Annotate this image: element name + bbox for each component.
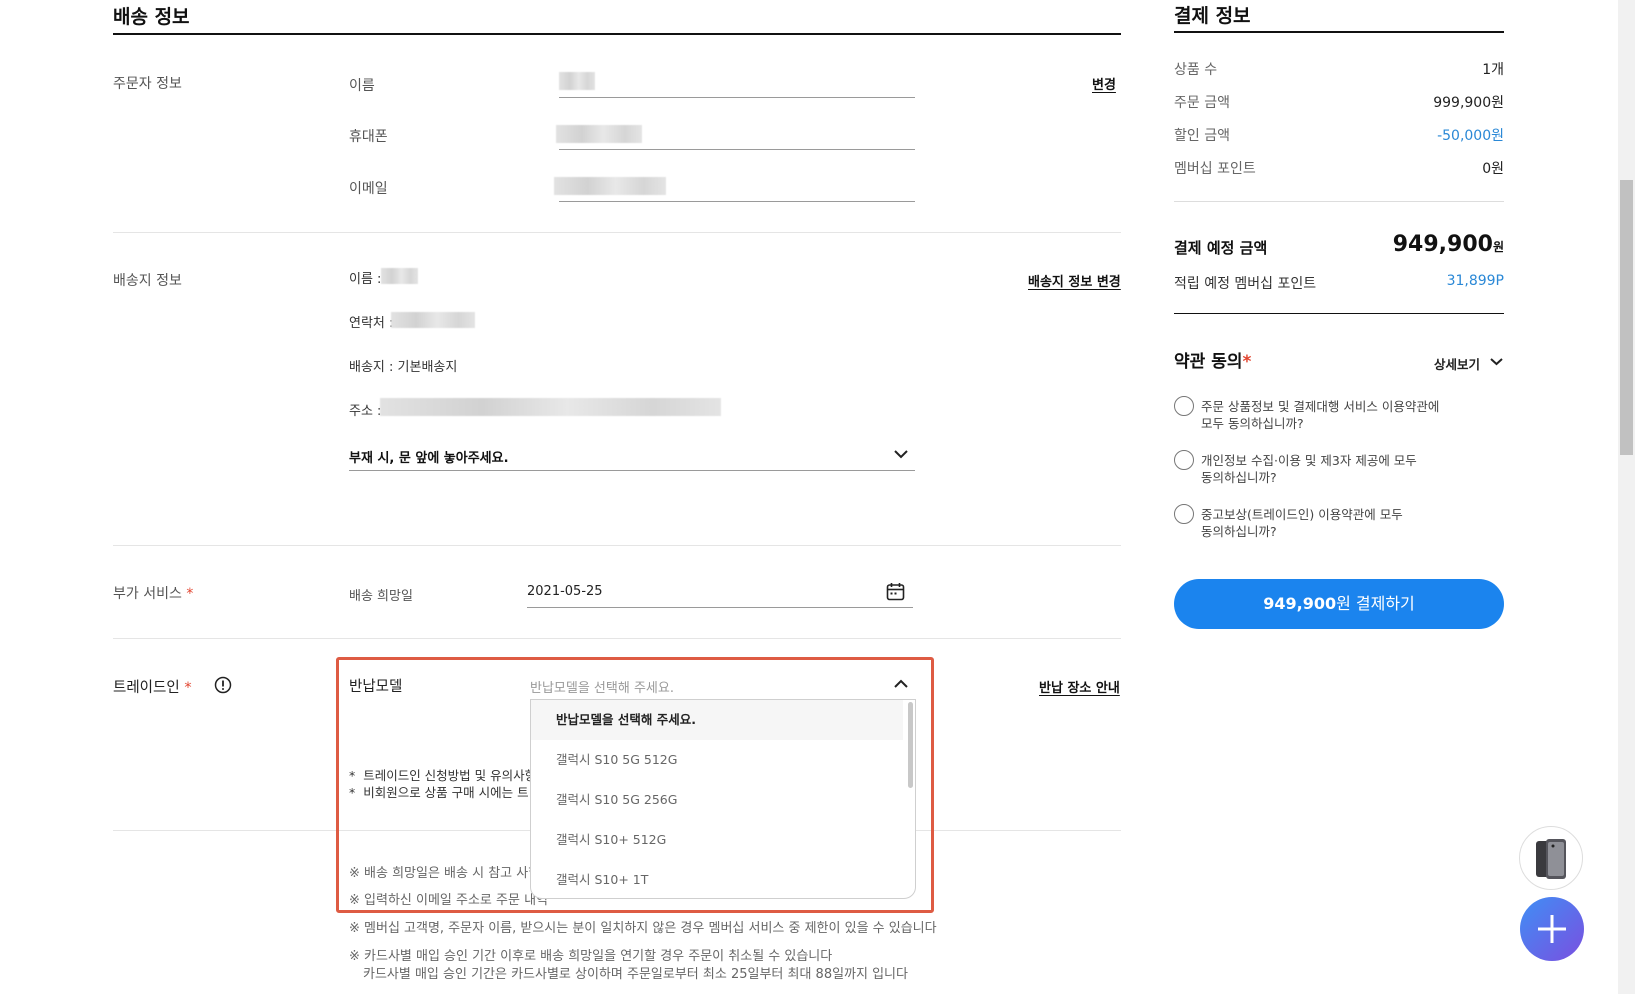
exclamation-circle-icon[interactable] [214,676,232,694]
destination-contact-label: 연락처 : [349,316,394,331]
chevron-down-icon[interactable] [894,449,908,459]
orderer-email-field[interactable] [559,201,915,202]
pay-button[interactable]: 949,900원 결제하기 [1174,579,1504,629]
payment-summary-divider [1174,313,1504,314]
expected-points-value: 31,899P [1446,273,1504,289]
order-amount-label: 주문 금액 [1174,95,1230,111]
note-membership: ※ 멤버십 고객명, 주문자 이름, 받으시는 분이 일치하지 않은 경우 멤버… [349,921,937,936]
chevron-down-icon[interactable] [1490,357,1503,366]
destination-name-label: 이름 : [349,272,382,287]
payment-title: 결제 정보 [1174,5,1251,27]
page-scrollbar[interactable] [1618,0,1635,994]
orderer-name-field[interactable] [559,97,915,98]
agree-radio-privacy[interactable] [1174,450,1194,470]
phone-icon [1536,839,1566,879]
note-card-period: ※ 카드사별 매입 승인 기간 이후로 배송 희망일을 연기할 경우 주문이 취… [349,949,833,964]
agree-text-tradein: 중고보상(트레이드인) 이용약관에 모두 동의하십니까? [1201,507,1403,539]
expected-points-label: 적립 예정 멤버십 포인트 [1174,276,1317,292]
destination-address-value [380,398,721,416]
add-floating-button[interactable] [1520,897,1584,961]
section-divider [113,638,1121,639]
payment-title-divider [1174,31,1504,33]
delivery-date-input[interactable]: 2021-05-25 [527,584,603,599]
agree-radio-tradein[interactable] [1174,504,1194,524]
order-amount-value: 999,900원 [1433,95,1504,111]
shipping-title-divider [113,33,1121,35]
orderer-phone-field[interactable] [559,149,915,150]
return-location-link[interactable]: 반납 장소 안내 [1039,677,1120,696]
orderer-phone-value [556,125,642,143]
orderer-phone-label: 휴대폰 [349,129,388,145]
agree-text-payment: 주문 상품정보 및 결제대행 서비스 이용약관에 모두 동의하십니까? [1201,399,1440,431]
orderer-change-link[interactable]: 변경 [1092,74,1116,93]
membership-point-label: 멤버십 포인트 [1174,161,1256,177]
item-count-label: 상품 수 [1174,62,1218,78]
addon-section-label: 부가 서비스 * [113,586,194,602]
membership-point-value: 0원 [1482,161,1504,177]
orderer-name-label: 이름 [349,78,375,94]
terms-title: 약관 동의* [1174,352,1252,372]
page-scroll-thumb[interactable] [1620,180,1633,455]
delivery-request-select[interactable]: 부재 시, 문 앞에 놓아주세요. [349,447,509,466]
section-divider [113,545,1121,546]
destination-address-label: 주소 : [349,404,382,419]
expected-amount-label: 결제 예정 금액 [1174,239,1268,257]
orderer-email-value [554,177,666,195]
orderer-section-label: 주문자 정보 [113,76,182,92]
section-divider [113,232,1121,233]
destination-section-label: 배송지 정보 [113,273,182,289]
delivery-date-underline [527,607,913,608]
payment-divider [1174,201,1504,202]
calendar-icon[interactable] [886,582,905,601]
destination-name-value [381,268,418,284]
agree-text-privacy: 개인정보 수집·이용 및 제3자 제공에 모두 동의하십니까? [1201,453,1417,485]
destination-place-label: 배송지 : 기본배송지 [349,360,458,375]
tradein-section-label: 트레이드인 * [113,680,192,696]
destination-change-link[interactable]: 배송지 정보 변경 [1028,271,1121,290]
item-count-value: 1개 [1482,62,1504,78]
highlight-frame [336,657,934,913]
discount-value: -50,000원 [1437,128,1504,144]
terms-detail-link[interactable]: 상세보기 [1434,354,1480,373]
destination-contact-value [391,312,475,328]
orderer-email-label: 이메일 [349,181,388,197]
product-thumbnail-button[interactable] [1519,826,1583,890]
expected-amount-value: 949,900원 [1392,232,1504,257]
orderer-name-value [559,72,595,90]
delivery-request-underline [349,470,915,471]
discount-label: 할인 금액 [1174,128,1230,144]
delivery-date-label: 배송 희망일 [349,589,413,604]
note-card-period-detail: 카드사별 매입 승인 기간은 카드사별로 상이하며 주문일로부터 최소 25일부… [363,967,908,982]
plus-icon [1538,915,1566,943]
agree-radio-payment[interactable] [1174,396,1194,416]
shipping-title: 배송 정보 [113,6,190,28]
